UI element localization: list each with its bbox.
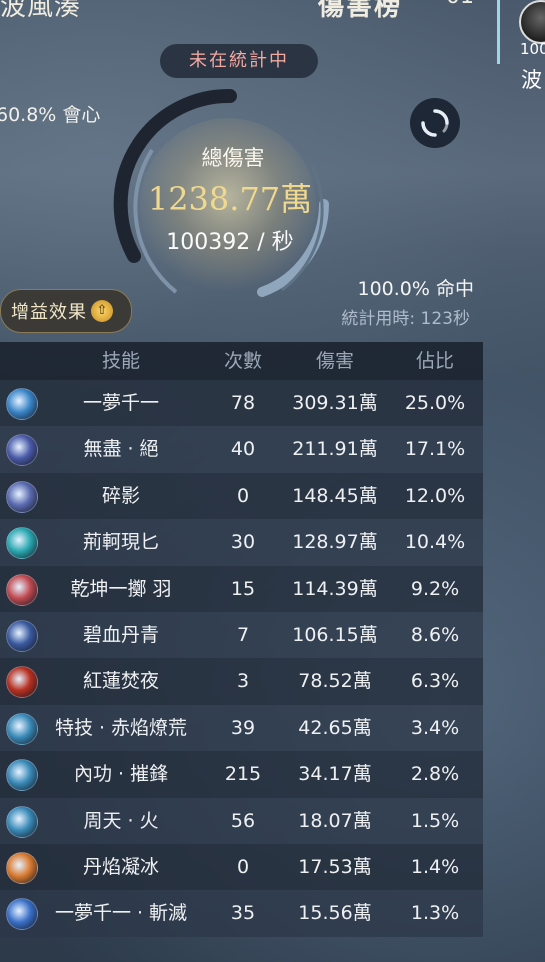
wave-icon [6, 712, 38, 745]
skill-name: 周天 · 火 [83, 809, 159, 832]
table-row[interactable]: 碧血丹青 7 106.15萬 8.6% [0, 611, 483, 659]
table-row[interactable]: 丹焰凝冰 0 17.53萬 1.4% [0, 843, 483, 891]
skill-name: 碧血丹青 [82, 623, 159, 646]
skill-name: 一夢千一 [82, 392, 159, 414]
ice-slash-icon [6, 388, 38, 420]
blade-storm-icon [6, 434, 38, 467]
skill-percent: 17.1% [404, 438, 466, 461]
panel-header: 波風湊 傷害榜 01 [0, 0, 485, 22]
buff-up-arrow-icon: ⇧ [91, 300, 113, 322]
skill-count: 15 [230, 577, 256, 600]
table-row[interactable]: 內功 · 摧鋒 215 34.17萬 2.8% [0, 751, 483, 798]
header-percent[interactable]: 佔比 [396, 342, 474, 380]
skill-damage: 17.53萬 [298, 855, 372, 878]
skill-percent: 8.6% [410, 623, 460, 646]
skill-name: 紅蓮焚夜 [82, 670, 159, 693]
damage-per-second: 100392 / 秒 [166, 230, 294, 255]
skill-count: 56 [230, 809, 256, 832]
skill-count: 7 [236, 623, 250, 646]
header-damage[interactable]: 傷害 [282, 342, 388, 380]
table-row[interactable]: 周天 · 火 56 18.07萬 1.5% [0, 797, 483, 844]
total-damage-label: 總傷害 [201, 146, 265, 170]
skill-name: 丹焰凝冰 [82, 855, 159, 878]
wave-icon [6, 805, 38, 838]
leaderboard-title[interactable]: 傷害榜 [318, 0, 402, 23]
skill-count: 40 [230, 438, 256, 461]
skill-count: 3 [236, 670, 250, 693]
skill-percent: 3.4% [410, 716, 460, 739]
skill-damage: 15.56萬 [298, 902, 372, 925]
ice-slash-icon [6, 898, 38, 931]
table-body: 一夢千一 78 309.31萬 25.0% 無盡 · 絕 40 211.91萬 17.1% 碎影… [0, 380, 483, 937]
table-row[interactable]: 一夢千一 · 斬滅 35 15.56萬 1.3% [0, 890, 483, 937]
refresh-icon [421, 109, 449, 137]
skill-damage: 211.91萬 [292, 438, 378, 461]
skill-damage: 78.52萬 [298, 670, 372, 693]
skill-name: 荊軻現匕 [82, 531, 159, 554]
table-header: 技能 次數 傷害 佔比 [0, 342, 483, 380]
skill-percent: 6.3% [410, 670, 460, 693]
skill-percent: 1.5% [410, 809, 460, 832]
table-row[interactable]: 無盡 · 絕 40 211.91萬 17.1% [0, 426, 483, 473]
skill-count: 215 [224, 763, 262, 786]
skill-name: 無盡 · 絕 [83, 438, 159, 461]
elapsed-time: 統計用時: 123秒 [341, 309, 470, 329]
skill-count: 35 [230, 902, 256, 925]
skill-count: 78 [230, 392, 256, 414]
header-count[interactable]: 次數 [215, 342, 271, 380]
flame-ice-icon [6, 851, 38, 884]
skill-count: 30 [230, 531, 256, 554]
skill-percent: 10.4% [404, 531, 466, 554]
side-accent-bar [497, 0, 500, 64]
table-row[interactable]: 乾坤一擲 羽 15 114.39萬 9.2% [0, 565, 483, 612]
table-row[interactable]: 荊軻現匕 30 128.97萬 10.4% [0, 519, 483, 566]
skill-damage: 309.31萬 [292, 392, 378, 414]
skill-count: 0 [236, 484, 250, 507]
skill-damage: 42.65萬 [298, 716, 372, 739]
hit-rate: 100.0% 命中 [357, 278, 475, 300]
skill-percent: 1.4% [410, 855, 460, 878]
header-skill[interactable]: 技能 [40, 342, 202, 380]
skill-name: 碎影 [101, 484, 140, 507]
table-row[interactable]: 特技 · 赤焰燎荒 39 42.65萬 3.4% [0, 704, 483, 752]
skill-name: 特技 · 赤焰燎荒 [54, 716, 188, 739]
crit-rate: 60.8% 會心 [0, 104, 101, 126]
ink-blade-icon [6, 619, 38, 652]
player-name-title: 波風湊 [0, 0, 82, 22]
stat-status-badge: 未在統計中 [160, 44, 318, 78]
skill-damage: 18.07萬 [298, 809, 372, 832]
skill-percent: 9.2% [410, 577, 460, 600]
skill-percent: 2.8% [410, 763, 460, 786]
dagger-icon [6, 527, 38, 560]
skill-damage: 128.97萬 [292, 531, 378, 554]
table-row[interactable]: 紅蓮焚夜 3 78.52萬 6.3% [0, 658, 483, 705]
skill-damage: 106.15萬 [292, 623, 378, 646]
skill-percent: 12.0% [404, 484, 466, 507]
red-lotus-icon [6, 666, 38, 699]
skill-count: 39 [230, 716, 256, 739]
skill-damage-table: 技能 次數 傷害 佔比 一夢千一 78 309.31萬 25.0% 無盡 · 絕 40 21… [0, 342, 483, 937]
skill-name: 內功 · 摧鋒 [73, 763, 169, 786]
skill-percent: 25.0% [404, 392, 466, 414]
skill-damage: 148.45萬 [292, 484, 378, 507]
buff-effects-label: 增益效果 [11, 302, 87, 323]
side-player-number: 100 [520, 40, 545, 58]
leaderboard-rank: 01 [446, 0, 474, 9]
skill-damage: 114.39萬 [292, 577, 378, 600]
total-damage-value: 1238.77萬 [147, 180, 313, 218]
shatter-shadow-icon [6, 480, 38, 513]
skill-name: 一夢千一 · 斬滅 [54, 902, 188, 925]
damage-meter-panel: 波風湊 傷害榜 01 未在統計中 60.8% 會心 總傷害 1238.77萬 1… [0, 0, 485, 962]
side-player-name: 波 [521, 68, 542, 92]
buff-effects-button[interactable]: 增益效果 ⇧ [0, 289, 132, 333]
refresh-button[interactable] [410, 98, 460, 148]
feather-throw-icon [6, 573, 38, 606]
skill-name: 乾坤一擲 羽 [70, 577, 172, 600]
wave-icon [6, 759, 38, 792]
skill-count: 0 [236, 855, 250, 878]
table-row[interactable]: 一夢千一 78 309.31萬 25.0% [0, 380, 483, 427]
skill-percent: 1.3% [410, 902, 460, 925]
table-row[interactable]: 碎影 0 148.45萬 12.0% [0, 472, 483, 520]
skill-damage: 34.17萬 [298, 763, 372, 786]
